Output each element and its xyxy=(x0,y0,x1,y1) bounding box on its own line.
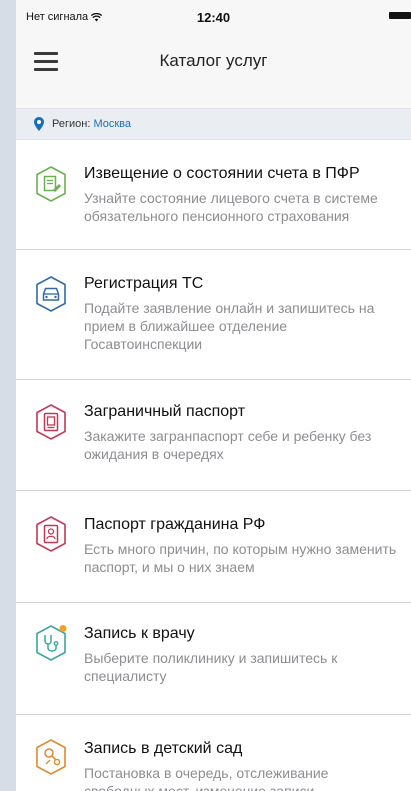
location-pin-icon xyxy=(34,117,44,131)
item-desc: Постановка в очередь, отслеживание свобо… xyxy=(84,765,329,791)
region-text: Регион: Москва xyxy=(52,118,131,130)
page-title: Каталог услуг xyxy=(159,51,268,70)
battery-icon xyxy=(389,12,411,19)
item-title: Регистрация ТС xyxy=(84,275,204,292)
item-title: Запись к врачу xyxy=(84,625,195,642)
item-desc: Узнайте состояние лицевого счета в систе… xyxy=(84,190,378,224)
item-desc: Выберите поликлинику и запишитесь к спец… xyxy=(84,650,338,684)
list-item[interactable]: Регистрация ТС Подайте заявление онлайн … xyxy=(16,250,411,380)
region-label: Регион: xyxy=(52,118,91,130)
list-item[interactable]: Паспорт гражданина РФ Есть много причин,… xyxy=(16,491,411,603)
list-item[interactable]: Запись в детский сад Постановка в очеред… xyxy=(16,715,411,791)
app-screen: Нет сигнала 12:40 Каталог услуг Регион: … xyxy=(16,0,411,791)
region-value[interactable]: Москва xyxy=(93,118,131,130)
item-title: Запись в детский сад xyxy=(84,740,243,757)
region-selector[interactable]: Регион: Москва xyxy=(16,109,411,140)
id-passport-icon xyxy=(36,516,66,552)
item-desc: Закажите загранпаспорт себе и ребенку бе… xyxy=(84,428,372,462)
status-bar: Нет сигнала 12:40 xyxy=(16,0,411,28)
passport-icon xyxy=(36,404,66,440)
services-list: Извещение о состоянии счета в ПФР Узнайт… xyxy=(16,140,411,791)
header: Нет сигнала 12:40 Каталог услуг xyxy=(16,0,411,109)
list-item[interactable]: Извещение о состоянии счета в ПФР Узнайт… xyxy=(16,140,411,250)
list-item[interactable]: Запись к врачу Выберите поликлинику и за… xyxy=(16,603,411,715)
item-title: Заграничный паспорт xyxy=(84,403,246,420)
car-icon xyxy=(36,276,66,312)
notification-dot-icon xyxy=(59,625,67,632)
status-time: 12:40 xyxy=(196,10,231,25)
item-title: Паспорт гражданина РФ xyxy=(84,516,266,533)
list-item[interactable]: Заграничный паспорт Закажите загранпаспо… xyxy=(16,380,411,491)
item-title: Извещение о состоянии счета в ПФР xyxy=(84,165,360,182)
document-icon xyxy=(36,166,66,202)
item-desc: Подайте заявление онлайн и запишитесь на… xyxy=(84,300,375,352)
item-desc: Есть много причин, по которым нужно заме… xyxy=(84,541,397,575)
rattle-icon xyxy=(36,739,66,775)
stethoscope-icon xyxy=(36,625,67,661)
